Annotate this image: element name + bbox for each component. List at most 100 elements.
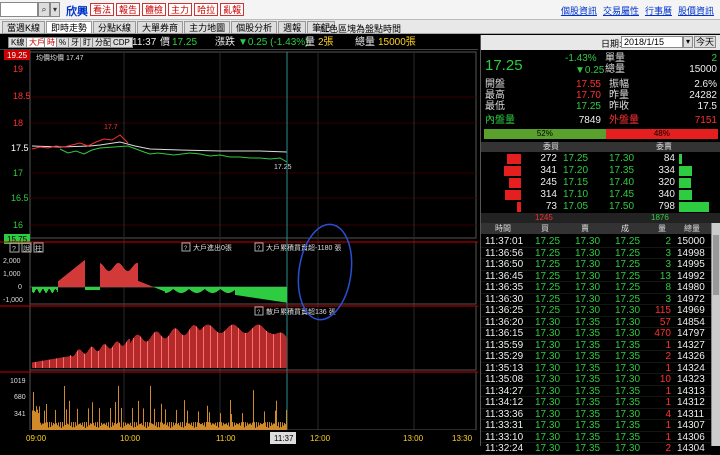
volume-bar bbox=[215, 423, 216, 430]
retail-bar bbox=[131, 341, 132, 368]
retail-bar bbox=[35, 362, 36, 368]
net-bar bbox=[192, 287, 193, 292]
avg-price-label: 均價均價 17.47 bbox=[36, 53, 84, 62]
trade-time: 11:37:01 bbox=[485, 236, 523, 248]
trade-row[interactable]: 11:35:2917.3017.3517.35214326 bbox=[481, 351, 711, 363]
net-bar bbox=[35, 287, 36, 290]
tab-weekly-k[interactable]: 當週K線 bbox=[2, 21, 45, 34]
tab-main-map[interactable]: 主力地圖 bbox=[184, 21, 230, 34]
trade-row[interactable]: 11:36:3017.2517.3017.25314972 bbox=[481, 294, 711, 306]
trade-row[interactable]: 11:36:5617.2517.3017.25314998 bbox=[481, 248, 711, 260]
net-bar bbox=[188, 287, 189, 289]
search-icon[interactable]: ⌕ bbox=[38, 2, 50, 17]
net-bar bbox=[156, 287, 157, 288]
trade-ask: 17.35 bbox=[575, 420, 600, 432]
top-link[interactable]: 行事曆 bbox=[645, 4, 672, 17]
trade-time: 11:35:29 bbox=[485, 351, 523, 363]
trade-row[interactable]: 11:34:1217.3017.3517.35114312 bbox=[481, 397, 711, 409]
net-bar bbox=[93, 287, 94, 290]
top-link[interactable]: 個股資訊 bbox=[561, 4, 597, 17]
trade-bid: 17.30 bbox=[535, 397, 560, 409]
retail-bar bbox=[71, 356, 72, 368]
quick-button[interactable]: 亂報 bbox=[220, 3, 244, 16]
ticker-scrollbar[interactable] bbox=[711, 223, 720, 446]
retail-bar bbox=[202, 328, 203, 368]
tab-realtime[interactable]: 即時走勢 bbox=[46, 21, 92, 34]
retail-bar bbox=[122, 346, 123, 368]
trade-row[interactable]: 11:33:3617.3017.3517.30414311 bbox=[481, 409, 711, 421]
net-bar bbox=[95, 287, 96, 290]
trade-row[interactable]: 11:37:0117.2517.3017.25215000 bbox=[481, 236, 711, 248]
top-link[interactable]: 股價資訊 bbox=[678, 4, 714, 17]
quick-button[interactable]: 看法 bbox=[90, 3, 114, 16]
explain-icon[interactable]: 說 bbox=[23, 244, 30, 253]
net-bar bbox=[106, 270, 107, 287]
retail-bar bbox=[73, 356, 74, 368]
tab-minute-k[interactable]: 分點K線 bbox=[93, 21, 136, 34]
net-bar bbox=[286, 287, 287, 303]
volume-bar bbox=[178, 423, 179, 430]
net-bar bbox=[256, 287, 257, 298]
today-button[interactable]: 今天 bbox=[694, 36, 716, 48]
bar-icon[interactable]: 柱 bbox=[35, 244, 42, 253]
retail-bar bbox=[59, 358, 60, 368]
trade-ticker[interactable]: 11:37:0117.2517.3017.2521500011:36:5617.… bbox=[481, 236, 711, 455]
trade-row[interactable]: 11:36:2017.3017.3517.305714854 bbox=[481, 317, 711, 329]
trade-row[interactable]: 11:36:1517.3017.3517.3047014797 bbox=[481, 328, 711, 340]
net-bar bbox=[62, 278, 63, 287]
quick-button[interactable]: 哈拉 bbox=[194, 3, 218, 16]
trade-bid: 17.30 bbox=[535, 432, 560, 444]
trade-row[interactable]: 11:36:4517.2517.3017.251314992 bbox=[481, 271, 711, 283]
trade-row[interactable]: 11:32:2417.3017.3517.30214304 bbox=[481, 443, 711, 455]
scroll-thumb[interactable] bbox=[713, 235, 719, 295]
tab-large-broker[interactable]: 大單券商 bbox=[137, 21, 183, 34]
ask-price: 17.50 bbox=[609, 201, 634, 213]
volume-bar bbox=[113, 425, 114, 430]
trade-row[interactable]: 11:33:3117.3017.3517.35114307 bbox=[481, 420, 711, 432]
trade-qty: 3 bbox=[649, 259, 671, 271]
help-icon[interactable]: ? bbox=[12, 246, 16, 253]
net-bar bbox=[82, 262, 83, 287]
trade-ask: 17.35 bbox=[575, 317, 600, 329]
ask-depth-bar bbox=[679, 178, 691, 188]
tab-analysis[interactable]: 個股分析 bbox=[231, 21, 277, 34]
net-bar bbox=[80, 263, 81, 287]
cdp-button[interactable]: CDP bbox=[110, 37, 133, 48]
volume-bar bbox=[208, 422, 209, 430]
volume-bar bbox=[276, 401, 277, 430]
symbol-input[interactable] bbox=[0, 2, 38, 17]
net-bar bbox=[277, 287, 278, 301]
top-link[interactable]: 交易屬性 bbox=[603, 4, 639, 17]
trade-row[interactable]: 11:36:2517.2517.3017.3011514969 bbox=[481, 305, 711, 317]
net-bar bbox=[72, 270, 73, 287]
net-bar bbox=[85, 287, 86, 290]
trade-row[interactable]: 11:35:1317.3017.3517.30114324 bbox=[481, 363, 711, 375]
quick-button[interactable]: 體檢 bbox=[142, 3, 166, 16]
retail-bar bbox=[121, 345, 122, 368]
net-bar bbox=[194, 287, 195, 293]
net-bar bbox=[55, 287, 56, 289]
trade-row[interactable]: 11:33:1017.3017.3517.35114306 bbox=[481, 432, 711, 444]
quick-button[interactable]: 報告 bbox=[116, 3, 140, 16]
quote-key: 內盤量 bbox=[485, 115, 515, 126]
volume-bar bbox=[136, 422, 137, 430]
tab-weekly-report[interactable]: 週報 bbox=[278, 21, 306, 34]
net-bar bbox=[92, 287, 93, 290]
net-bar bbox=[66, 275, 67, 287]
volume-bar bbox=[282, 422, 283, 430]
quick-button[interactable]: 主力 bbox=[168, 3, 192, 16]
net-bar bbox=[237, 287, 238, 295]
trade-row[interactable]: 11:34:2717.3017.3517.35114313 bbox=[481, 386, 711, 398]
time-axis-label: 12:00 bbox=[310, 434, 331, 443]
chevron-down-icon[interactable]: ▾ bbox=[50, 2, 60, 17]
trade-row[interactable]: 11:36:5017.2517.3017.25314995 bbox=[481, 259, 711, 271]
trade-row[interactable]: 11:36:3517.2517.3017.25814980 bbox=[481, 282, 711, 294]
date-input[interactable]: 2018/1/15 bbox=[621, 36, 683, 48]
trade-ask: 17.35 bbox=[575, 397, 600, 409]
trade-row[interactable]: 11:35:0817.3017.3517.301014323 bbox=[481, 374, 711, 386]
net-bar bbox=[39, 287, 40, 293]
k-line-button[interactable]: K線 bbox=[8, 37, 27, 48]
chevron-down-icon[interactable]: ▾ bbox=[683, 36, 693, 48]
volume-bar bbox=[191, 423, 192, 430]
trade-row[interactable]: 11:35:5917.3017.3517.35114327 bbox=[481, 340, 711, 352]
